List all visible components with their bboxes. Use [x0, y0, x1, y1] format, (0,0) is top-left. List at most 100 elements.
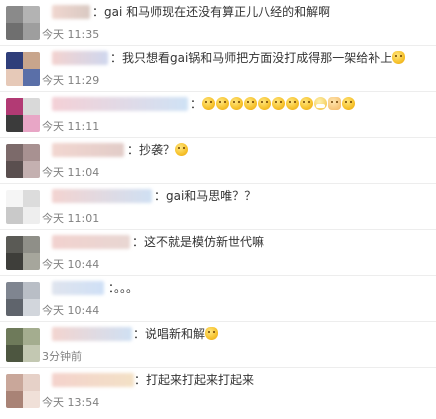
avatar-block	[6, 345, 23, 362]
comment-timestamp: 今天 13:54	[42, 396, 100, 409]
avatar-block	[23, 69, 40, 86]
avatar-block	[6, 115, 23, 132]
username-blurred[interactable]	[52, 143, 124, 157]
avatar-block	[6, 328, 23, 345]
avatar-block	[6, 98, 23, 115]
avatar-block	[23, 190, 40, 207]
avatar-block	[23, 207, 40, 224]
username-blurred[interactable]	[52, 235, 130, 249]
avatar[interactable]	[6, 282, 40, 316]
avatar-block	[6, 282, 23, 299]
comment-text: ：我只想看gai锅和马师把方面没打成得那一架给补上	[110, 50, 406, 66]
avatar-block	[23, 6, 40, 23]
comment-timestamp: 今天 11:01	[42, 212, 100, 225]
avatar-block	[23, 236, 40, 253]
comment-body: ：抄袭？	[127, 143, 176, 157]
comment-timestamp: 今天 11:29	[42, 74, 100, 87]
username-blurred[interactable]	[52, 97, 188, 111]
comment-text: ：	[190, 96, 356, 112]
comment-text: ：说唱新和解	[133, 326, 219, 342]
username-blurred[interactable]	[52, 327, 132, 341]
avatar-block	[6, 23, 23, 40]
blush-face-emoji	[272, 97, 286, 110]
avatar-block	[6, 253, 23, 270]
avatar-block	[23, 391, 40, 408]
comment-item: ：抄袭？ 今天 11:04	[0, 138, 436, 184]
comment-item: ：。。。 今天 10:44	[0, 276, 436, 322]
comment-text: ：gai 和马师现在还没有算正儿八经的和解啊	[92, 4, 330, 20]
avatar[interactable]	[6, 374, 40, 408]
avatar-block	[23, 328, 40, 345]
avatar-block	[23, 374, 40, 391]
username-blurred[interactable]	[52, 281, 104, 295]
avatar-block	[6, 207, 23, 224]
comment-body: ：我只想看gai锅和马师把方面没打成得那一架给补上	[110, 51, 393, 65]
avatar-block	[6, 6, 23, 23]
avatar-block	[6, 161, 23, 178]
comment-text: ：打起来打起来打起来	[134, 372, 254, 388]
comment-body: ：gai和马思唯？？	[154, 189, 257, 203]
avatar-block	[23, 161, 40, 178]
avatar[interactable]	[6, 236, 40, 270]
cat-face-emoji	[392, 51, 406, 64]
comment-text: ：这不就是模仿新世代嘛	[132, 234, 264, 250]
comment-body: ：这不就是模仿新世代嘛	[132, 235, 265, 249]
avatar-block	[23, 98, 40, 115]
avatar[interactable]	[6, 190, 40, 224]
username-blurred[interactable]	[52, 373, 134, 387]
comment-item: ：我只想看gai锅和马师把方面没打成得那一架给补上 今天 11:29	[0, 46, 436, 92]
avatar-block	[23, 253, 40, 270]
thinking-face-emoji	[175, 143, 189, 156]
avatar-block	[6, 144, 23, 161]
comment-item: ： 今天 11:11	[0, 92, 436, 138]
username-blurred[interactable]	[52, 51, 108, 65]
comment-timestamp: 今天 10:44	[42, 258, 100, 271]
comment-timestamp: 今天 11:11	[42, 120, 100, 133]
smirk-face-emoji	[258, 97, 272, 110]
comment-emojis	[202, 97, 356, 111]
avatar-block	[23, 52, 40, 69]
comment-item: ：说唱新和解 3分钟前	[0, 322, 436, 368]
waving-hand-emoji	[328, 97, 342, 110]
avatar[interactable]	[6, 52, 40, 86]
comment-text: ：。。。	[108, 280, 138, 296]
comment-body: ：gai 和马师现在还没有算正儿八经的和解啊	[92, 5, 331, 19]
comment-timestamp: 今天 10:44	[42, 304, 100, 317]
avatar-block	[6, 69, 23, 86]
avatar-block	[6, 52, 23, 69]
comment-item: ：gai 和马师现在还没有算正儿八经的和解啊 今天 11:35	[0, 0, 436, 46]
avatar-block	[23, 299, 40, 316]
avatar[interactable]	[6, 6, 40, 40]
avatar[interactable]	[6, 328, 40, 362]
avatar[interactable]	[6, 98, 40, 132]
avatar-block	[23, 282, 40, 299]
surprised-face-emoji	[300, 97, 314, 110]
avatar-block	[23, 115, 40, 132]
comment-body: ：打起来打起来打起来	[134, 373, 255, 387]
comment-body: ：说唱新和解	[133, 327, 206, 341]
comment-emojis	[392, 51, 406, 65]
comment-timestamp: 3分钟前	[42, 350, 82, 363]
avatar-block	[23, 23, 40, 40]
comment-item: ：这不就是模仿新世代嘛 今天 10:44	[0, 230, 436, 276]
comment-timestamp: 今天 11:04	[42, 166, 100, 179]
comment-item: ：打起来打起来打起来 今天 13:54	[0, 368, 436, 414]
comment-text: ：gai和马思唯？？	[154, 188, 256, 204]
comment-body: ：。。。	[108, 281, 139, 295]
comment-list: ：gai 和马师现在还没有算正儿八经的和解啊 今天 11:35 ：我只想看gai…	[0, 0, 436, 419]
avatar-block	[6, 299, 23, 316]
username-blurred[interactable]	[52, 189, 152, 203]
dizzy-face-emoji	[230, 97, 244, 110]
comment-body: ：	[190, 97, 203, 111]
avatar-block	[6, 391, 23, 408]
avatar-block	[6, 236, 23, 253]
comment-timestamp: 今天 11:35	[42, 28, 100, 41]
avatar-block	[23, 345, 40, 362]
tongue-face-emoji	[244, 97, 258, 110]
crying-face-emoji	[216, 97, 230, 110]
cat-face-emoji	[205, 327, 219, 340]
avatar-block	[6, 190, 23, 207]
username-blurred[interactable]	[52, 5, 90, 19]
grin-face-emoji	[286, 97, 300, 110]
avatar[interactable]	[6, 144, 40, 178]
